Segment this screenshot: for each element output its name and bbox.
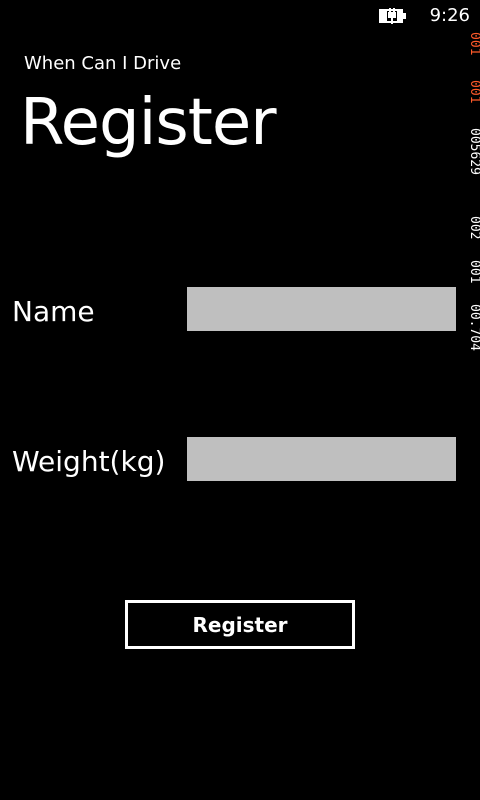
name-label: Name	[12, 295, 95, 328]
frame-rate-counters: 001 001 005629 002 001 00.704	[464, 32, 480, 412]
weight-input[interactable]	[187, 437, 456, 481]
register-button[interactable]: Register	[125, 600, 355, 649]
frame-rate-counter: 00.704	[467, 304, 480, 351]
frame-rate-counter: 001	[467, 32, 480, 56]
frame-rate-counter: 001	[467, 260, 480, 284]
page-title: Register	[20, 86, 276, 160]
status-clock: 9:26	[429, 5, 470, 26]
status-bar: 9:26	[0, 0, 480, 32]
frame-rate-counter: 002	[467, 216, 480, 240]
battery-charging-icon	[378, 7, 410, 25]
frame-rate-counter: 001	[467, 80, 480, 104]
weight-label: Weight(kg)	[12, 445, 166, 478]
frame-rate-counter: 005629	[467, 128, 480, 175]
app-title: When Can I Drive	[24, 53, 182, 74]
name-input[interactable]	[187, 287, 456, 331]
